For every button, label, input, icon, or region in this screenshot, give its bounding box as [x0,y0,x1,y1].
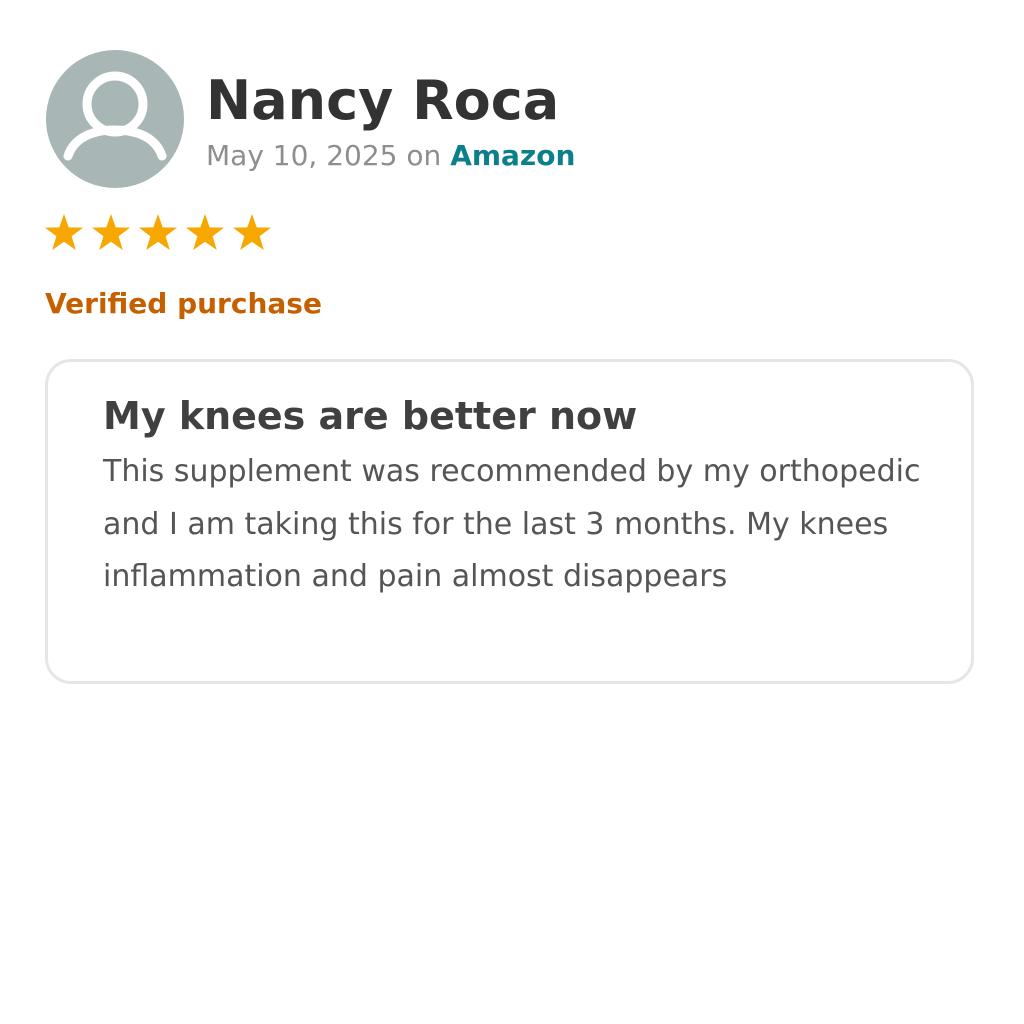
review-content-box: My knees are better now This supplement … [45,359,974,684]
star-icon [44,213,84,253]
review-meta: May 10, 2025 on Amazon [206,137,575,175]
star-icon [185,213,225,253]
review-date: May 10, 2025 [206,139,398,172]
star-icon [232,213,272,253]
verified-purchase-label: Verified purchase [45,287,322,320]
review-title: My knees are better now [103,394,638,438]
review-source-link[interactable]: Amazon [450,139,575,172]
review-card: Nancy Roca May 10, 2025 on Amazon Verifi… [0,0,1024,1024]
review-on-label: on [406,139,442,172]
star-icon [91,213,131,253]
reviewer-name: Nancy Roca [206,69,560,132]
avatar [46,50,184,188]
review-body: This supplement was recommended by my or… [103,454,921,594]
star-icon [138,213,178,253]
user-silhouette-icon [63,71,167,161]
star-rating [44,213,272,253]
